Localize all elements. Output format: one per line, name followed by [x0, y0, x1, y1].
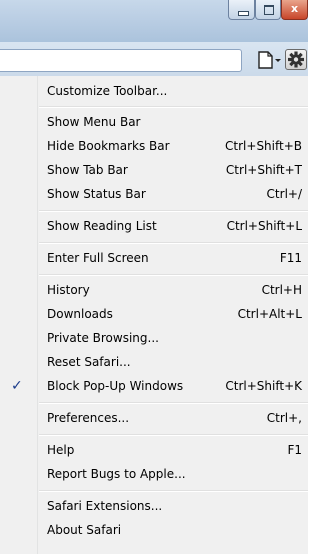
- menu-item-report-bugs[interactable]: Report Bugs to Apple...: [0, 462, 308, 486]
- browser-toolbar: [0, 42, 308, 77]
- menu-item-shortcut: F11: [279, 251, 302, 265]
- maximize-icon: [264, 5, 274, 15]
- menu-item-safari-extensions[interactable]: Safari Extensions...: [0, 494, 308, 518]
- menu-separator: [39, 490, 308, 492]
- menu-item-reset-safari[interactable]: Reset Safari...: [0, 350, 308, 374]
- menu-item-preferences[interactable]: Preferences... Ctrl+,: [0, 406, 308, 430]
- menu-item-shortcut: Ctrl+Shift+L: [226, 219, 302, 233]
- menu-item-show-menu-bar[interactable]: Show Menu Bar: [0, 110, 308, 134]
- gear-icon[interactable]: [285, 49, 307, 70]
- menu-item-show-tab-bar[interactable]: Show Tab Bar Ctrl+Shift+T: [0, 158, 308, 182]
- menu-item-label: Hide Bookmarks Bar: [47, 139, 170, 153]
- menu-item-label: Show Tab Bar: [47, 163, 128, 177]
- menu-item-label: Downloads: [47, 307, 113, 321]
- menu-separator: [39, 106, 308, 108]
- address-bar[interactable]: [0, 49, 242, 72]
- menu-item-label: Safari Extensions...: [47, 499, 163, 513]
- window-title-bar: x: [0, 0, 308, 42]
- menu-item-shortcut: Ctrl+/: [266, 187, 302, 201]
- close-button[interactable]: x: [281, 0, 308, 20]
- menu-item-shortcut: Ctrl+Alt+L: [237, 307, 302, 321]
- menu-item-label: History: [47, 283, 90, 297]
- menu-item-history[interactable]: History Ctrl+H: [0, 278, 308, 302]
- menu-item-shortcut: Ctrl+Shift+K: [225, 379, 302, 393]
- checkmark-icon: ✓: [11, 378, 23, 394]
- menu-item-label: Show Menu Bar: [47, 115, 141, 129]
- menu-item-customize-toolbar[interactable]: Customize Toolbar...: [0, 79, 308, 103]
- minimize-button[interactable]: [228, 0, 255, 20]
- menu-separator: [39, 210, 308, 212]
- menu-separator: [39, 434, 308, 436]
- maximize-button[interactable]: [255, 0, 281, 20]
- menu-item-shortcut: Ctrl+H: [261, 283, 302, 297]
- menu-item-label: Show Reading List: [47, 219, 157, 233]
- menu-item-label: Help: [47, 443, 75, 457]
- menu-item-downloads[interactable]: Downloads Ctrl+Alt+L: [0, 302, 308, 326]
- menu-item-shortcut: F1: [287, 443, 302, 457]
- menu-item-shortcut: Ctrl+Shift+B: [225, 139, 302, 153]
- menu-item-about-safari[interactable]: About Safari: [0, 518, 308, 542]
- menu-item-label: Private Browsing...: [47, 331, 159, 345]
- menu-item-hide-bookmarks-bar[interactable]: Hide Bookmarks Bar Ctrl+Shift+B: [0, 134, 308, 158]
- menu-item-block-pop-up-windows[interactable]: ✓ Block Pop-Up Windows Ctrl+Shift+K: [0, 374, 308, 398]
- menu-item-private-browsing[interactable]: Private Browsing...: [0, 326, 308, 350]
- menu-item-label: Block Pop-Up Windows: [47, 379, 184, 393]
- menu-item-shortcut: Ctrl+Shift+T: [225, 163, 302, 177]
- menu-item-help[interactable]: Help F1: [0, 438, 308, 462]
- menu-item-label: Report Bugs to Apple...: [47, 467, 186, 481]
- menu-separator: [39, 402, 308, 404]
- settings-menu: Customize Toolbar... Show Menu Bar Hide …: [0, 76, 308, 554]
- menu-item-label: Enter Full Screen: [47, 251, 149, 265]
- menu-item-label: Show Status Bar: [47, 187, 146, 201]
- menu-separator: [39, 242, 308, 244]
- menu-item-show-reading-list[interactable]: Show Reading List Ctrl+Shift+L: [0, 214, 308, 238]
- menu-item-shortcut: Ctrl+,: [266, 411, 302, 425]
- menu-item-label: Customize Toolbar...: [47, 84, 168, 98]
- page-icon[interactable]: [256, 50, 282, 70]
- menu-item-label: Reset Safari...: [47, 355, 131, 369]
- menu-item-show-status-bar[interactable]: Show Status Bar Ctrl+/: [0, 182, 308, 206]
- menu-separator: [39, 274, 308, 276]
- menu-item-enter-full-screen[interactable]: Enter Full Screen F11: [0, 246, 308, 270]
- menu-item-label: Preferences...: [47, 411, 130, 425]
- menu-item-label: About Safari: [47, 523, 122, 537]
- minimize-icon: [238, 11, 249, 16]
- close-icon: x: [290, 2, 299, 15]
